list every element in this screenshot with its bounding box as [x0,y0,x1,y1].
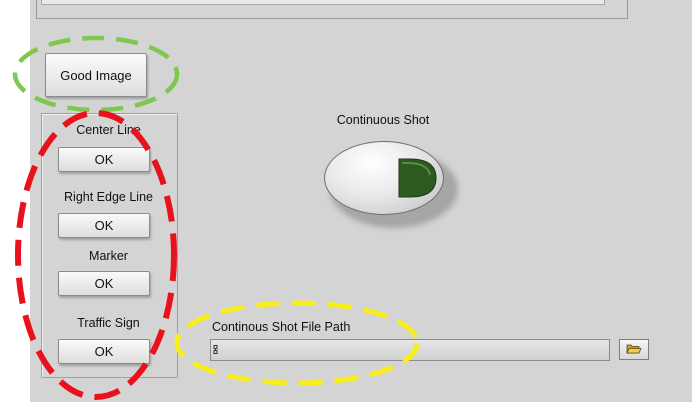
right-edge-line-ok-button[interactable]: OK [58,213,150,238]
center-line-ok-button[interactable]: OK [58,147,150,172]
path-icon [213,345,218,354]
traffic-sign-ok-button[interactable]: OK [58,339,150,364]
center-line-label: Center Line [76,123,141,137]
file-path-label: Continous Shot File Path [212,320,351,334]
marker-ok-button[interactable]: OK [58,271,150,296]
good-image-button[interactable]: Good Image [45,53,147,97]
green-d-led-icon [398,158,437,198]
right-edge-line-label: Right Edge Line [64,190,153,204]
browse-button[interactable] [619,339,649,360]
continuous-shot-label: Continuous Shot [336,113,430,127]
marker-label: Marker [89,249,128,263]
top-frame [36,0,628,19]
top-frame-inner [41,0,605,5]
folder-open-icon [626,344,642,354]
continuous-shot-button[interactable] [324,141,444,215]
file-path-input[interactable] [210,339,610,361]
traffic-sign-label: Traffic Sign [77,316,140,330]
